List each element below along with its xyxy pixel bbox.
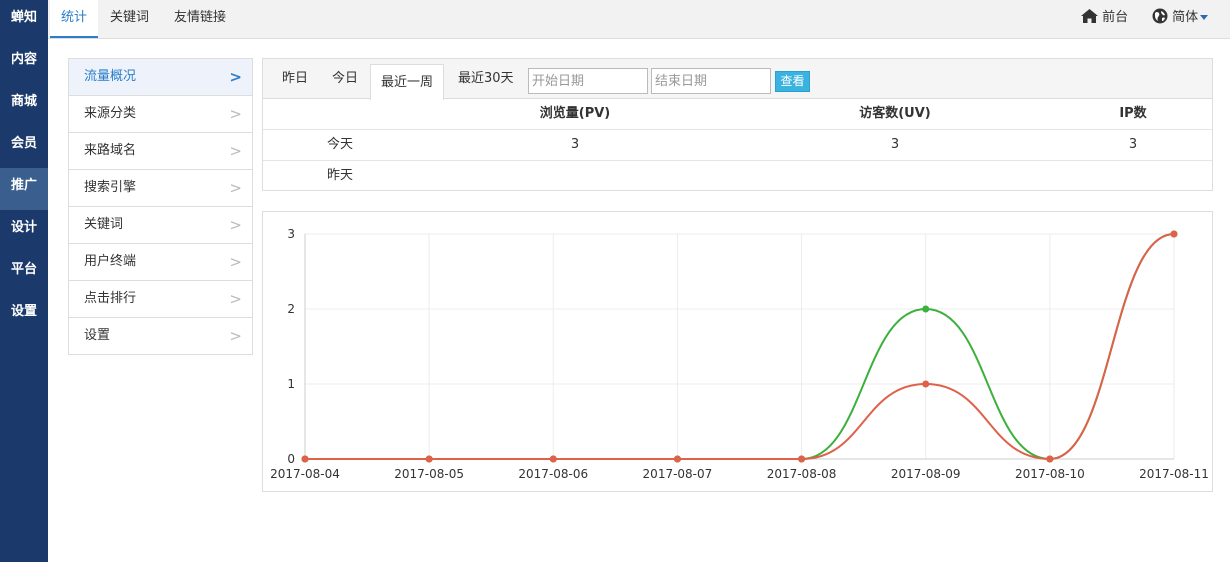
data-point bbox=[301, 455, 309, 463]
top-bar: 统计 关键词 友情链接 前台 简体 bbox=[48, 0, 1230, 39]
tab-keywords[interactable]: 关键词 bbox=[110, 0, 149, 38]
data-point bbox=[1046, 455, 1054, 463]
home-icon bbox=[1081, 9, 1098, 23]
globe-icon bbox=[1152, 8, 1168, 24]
data-point bbox=[798, 455, 806, 463]
sidebar-item-design[interactable]: 设计 bbox=[0, 210, 48, 252]
end-date-input[interactable] bbox=[651, 68, 771, 94]
table-row: 今天 3 3 3 bbox=[263, 130, 1212, 161]
chevron-right-icon: > bbox=[229, 179, 242, 197]
language-label: 简体 bbox=[1172, 10, 1199, 25]
view-button[interactable]: 查看 bbox=[775, 71, 810, 92]
submenu-item-label: 来源分类 bbox=[84, 106, 137, 121]
submenu-item-user-terminal[interactable]: 用户终端 > bbox=[69, 244, 252, 281]
sidebar-item-shop[interactable]: 商城 bbox=[0, 84, 48, 126]
row-label: 今天 bbox=[326, 137, 353, 152]
data-point bbox=[1170, 230, 1178, 238]
data-point bbox=[549, 455, 557, 463]
submenu-item-label: 搜索引擎 bbox=[84, 180, 137, 195]
frontend-link[interactable]: 前台 bbox=[1081, 0, 1128, 38]
chevron-right-icon: > bbox=[229, 216, 242, 234]
pv-value: 3 bbox=[570, 137, 580, 152]
sidebar-item-chanzhi[interactable]: 蝉知 bbox=[0, 0, 48, 42]
x-tick-label: 2017-08-04 bbox=[270, 467, 340, 481]
chevron-right-icon: > bbox=[229, 105, 242, 123]
row-label: 昨天 bbox=[326, 168, 353, 183]
ip-value: 3 bbox=[1128, 137, 1138, 152]
chevron-right-icon: > bbox=[229, 253, 242, 271]
table-header: 浏览量(PV) 访客数(UV) IP数 bbox=[263, 99, 1212, 130]
tab-friend-links[interactable]: 友情链接 bbox=[174, 0, 226, 38]
data-point bbox=[425, 455, 433, 463]
series-line-1 bbox=[305, 233, 1175, 461]
y-tick-label: 1 bbox=[287, 377, 295, 391]
x-tick-label: 2017-08-08 bbox=[767, 467, 837, 481]
tab-statistics[interactable]: 统计 bbox=[50, 0, 98, 38]
uv-value: 3 bbox=[890, 137, 900, 152]
chevron-right-icon: > bbox=[229, 327, 242, 345]
x-tick-label: 2017-08-05 bbox=[394, 467, 464, 481]
start-date-input[interactable] bbox=[528, 68, 648, 94]
main-sidebar: 蝉知 内容 商城 会员 推广 设计 平台 设置 bbox=[0, 0, 48, 562]
submenu-item-search-engine[interactable]: 搜索引擎 > bbox=[69, 170, 252, 207]
frontend-label: 前台 bbox=[1102, 10, 1129, 25]
submenu-item-label: 用户终端 bbox=[84, 254, 137, 269]
submenu-item-referrer-domain[interactable]: 来路域名 > bbox=[69, 133, 252, 170]
y-tick-label: 2 bbox=[287, 302, 295, 316]
sidebar-item-promotion[interactable]: 推广 bbox=[0, 168, 48, 210]
x-tick-label: 2017-08-11 bbox=[1139, 467, 1209, 481]
sidebar-item-content[interactable]: 内容 bbox=[0, 42, 48, 84]
x-tick-label: 2017-08-10 bbox=[1015, 467, 1085, 481]
submenu-item-label: 关键词 bbox=[84, 217, 124, 232]
submenu-item-source-category[interactable]: 来源分类 > bbox=[69, 96, 252, 133]
y-tick-label: 0 bbox=[287, 452, 295, 466]
tab-last-30-days[interactable]: 最近30天 bbox=[458, 59, 514, 99]
language-switcher[interactable]: 简体 bbox=[1152, 0, 1209, 38]
submenu-item-label: 点击排行 bbox=[84, 291, 137, 306]
chevron-right-icon: > bbox=[229, 142, 242, 160]
data-point bbox=[673, 455, 681, 463]
series-line-0 bbox=[305, 233, 1175, 461]
sidebar-item-platform[interactable]: 平台 bbox=[0, 252, 48, 294]
table-row: 昨天 bbox=[263, 161, 1212, 192]
traffic-chart: 0 1 2 3 2017-08-04 2017-08-05 2017-08-06 2017-0… bbox=[262, 211, 1213, 492]
submenu-item-label: 设置 bbox=[84, 328, 111, 343]
submenu-item-label: 来路域名 bbox=[84, 143, 137, 158]
sidebar-item-member[interactable]: 会员 bbox=[0, 126, 48, 168]
data-point bbox=[922, 305, 930, 313]
chevron-down-icon bbox=[1200, 15, 1209, 20]
chevron-right-icon: > bbox=[229, 68, 242, 86]
x-tick-label: 2017-08-06 bbox=[518, 467, 588, 481]
submenu-item-click-ranking[interactable]: 点击排行 > bbox=[69, 281, 252, 318]
submenu-item-keywords[interactable]: 关键词 > bbox=[69, 207, 252, 244]
x-tick-label: 2017-08-09 bbox=[891, 467, 961, 481]
tab-today[interactable]: 今日 bbox=[332, 59, 358, 99]
tab-last-week[interactable]: 最近一周 bbox=[370, 64, 445, 100]
column-header-ip: IP数 bbox=[1119, 106, 1147, 121]
column-header-pv: 浏览量(PV) bbox=[539, 106, 611, 121]
y-tick-label: 3 bbox=[287, 227, 295, 241]
column-header-uv: 访客数(UV) bbox=[859, 106, 931, 121]
tab-yesterday[interactable]: 昨日 bbox=[282, 59, 308, 99]
stats-panel: 昨日 今日 最近一周 最近30天 查看 浏览量(PV) 访客数(UV) IP数 … bbox=[262, 58, 1213, 191]
sidebar-item-settings[interactable]: 设置 bbox=[0, 294, 48, 336]
period-tabs: 昨日 今日 最近一周 最近30天 查看 bbox=[263, 59, 1212, 100]
submenu-item-settings[interactable]: 设置 > bbox=[69, 318, 252, 355]
chevron-right-icon: > bbox=[229, 290, 242, 308]
submenu-item-traffic-overview[interactable]: 流量概况 > bbox=[69, 59, 252, 96]
x-tick-label: 2017-08-07 bbox=[643, 467, 713, 481]
stats-submenu: 流量概况 > 来源分类 > 来路域名 > 搜索引擎 > 关键词 > 用户终端 > 点击排行 >… bbox=[68, 58, 253, 355]
submenu-item-label: 流量概况 bbox=[84, 69, 137, 84]
data-point bbox=[922, 380, 930, 388]
line-chart: 0 1 2 3 2017-08-04 2017-08-05 2017-08-06 2017-0… bbox=[270, 227, 1209, 481]
